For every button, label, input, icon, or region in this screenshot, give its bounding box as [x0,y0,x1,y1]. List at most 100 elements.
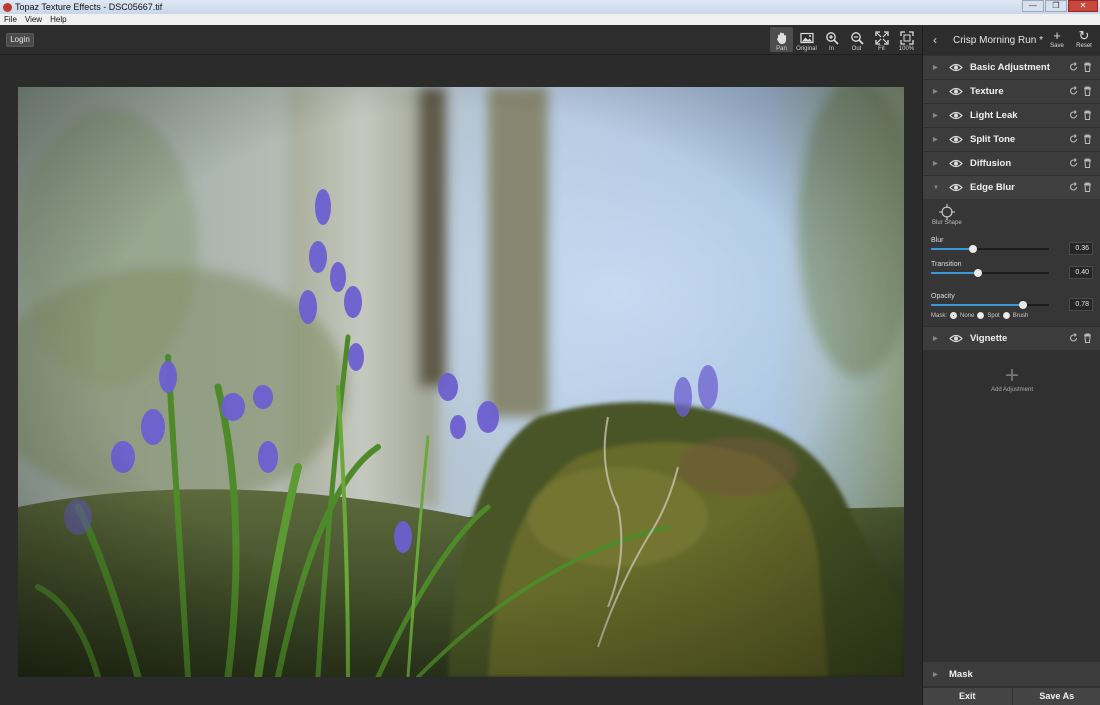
expand-triangle-icon[interactable]: ▶ [933,160,943,167]
mask-options-label: Mask: [931,312,948,319]
adjustment-label: Light Leak [970,110,1018,121]
slider-label: Opacity [931,293,955,300]
visibility-eye-icon[interactable] [949,334,963,343]
reset-layer-icon[interactable] [1069,110,1078,120]
slider-thumb[interactable] [974,269,983,277]
reset-button[interactable]: ↻ Reset [1072,28,1096,50]
adjustment-row[interactable]: ▶ Light Leak [923,104,1100,127]
trash-icon[interactable] [1083,182,1092,192]
adjustment-row[interactable]: ▼ Edge Blur [923,176,1100,199]
slider-value-field[interactable]: 0.40 [1069,266,1093,279]
trash-icon[interactable] [1083,134,1092,144]
adjustment-label: Edge Blur [970,182,1015,193]
menu-view[interactable]: View [21,15,46,24]
adjustment-label: Diffusion [970,158,1012,169]
fit-button[interactable]: Fit [870,27,893,52]
add-icon: + [1004,362,1019,389]
blur-shape-label: Blur Shape [932,220,962,226]
zoom-out-label: Out [851,46,862,52]
adjustment-row[interactable]: ▶ Diffusion [923,152,1100,175]
expand-triangle-icon[interactable]: ▶ [933,88,943,95]
reset-layer-icon[interactable] [1069,134,1078,144]
exit-button[interactable]: Exit [923,688,1012,705]
slider-thumb[interactable] [969,245,978,253]
slider-track[interactable] [931,301,1049,309]
slider-fill [931,272,979,274]
reset-layer-icon[interactable] [1069,62,1078,72]
visibility-eye-icon[interactable] [949,87,963,96]
minimize-button[interactable]: — [1022,0,1044,12]
mask-radio[interactable] [1002,312,1010,319]
reset-layer-icon[interactable] [1069,158,1078,168]
expand-triangle-icon: ▶ [933,671,938,678]
reset-layer-icon[interactable] [1069,86,1078,96]
zoom-out-button[interactable]: Out [845,27,868,52]
menu-bar: File View Help [0,14,1100,25]
menu-help[interactable]: Help [46,15,70,24]
visibility-eye-icon[interactable] [949,159,963,168]
mask-option-label: Brush [1012,312,1029,319]
expand-triangle-icon[interactable]: ▶ [933,64,943,71]
actual-size-button[interactable]: 100% [895,27,918,52]
adjustment-row[interactable]: ▶ Split Tone [923,128,1100,151]
pan-tool-button[interactable]: Pan [770,27,793,52]
adjustment-row[interactable]: ▶ Basic Adjustment [923,56,1100,79]
maximize-button[interactable]: ❐ [1045,0,1067,12]
visibility-eye-icon[interactable] [949,183,963,192]
trash-icon[interactable] [1083,333,1092,343]
zoom-in-button[interactable]: In [820,27,843,52]
login-button[interactable]: Login [6,33,34,47]
slider-fill [931,304,1024,306]
reset-layer-icon[interactable] [1069,333,1078,343]
zoom-in-label: In [828,46,834,52]
edge-blur-settings: Blur Shape Blur 0.36 Transition 0.40 Opacity 0… [923,199,1100,326]
photo-preview[interactable] [18,87,904,677]
mask-radio[interactable] [977,312,985,319]
slider-track[interactable] [931,245,1049,253]
original-tool-button[interactable]: Original [795,27,818,52]
slider-track[interactable] [931,269,1049,277]
expand-triangle-icon[interactable]: ▶ [933,136,943,143]
slider-thumb[interactable] [1019,301,1028,309]
reset-icon: ↻ [1078,28,1090,43]
blur-shape-button[interactable]: Blur Shape [932,204,962,226]
collapse-triangle-icon[interactable]: ▼ [933,185,943,191]
canvas-area[interactable] [0,56,922,705]
fit-label: Fit [878,46,885,52]
save-label: Save [1050,43,1064,49]
image-icon [799,32,814,44]
trash-icon[interactable] [1083,110,1092,120]
trash-icon[interactable] [1083,158,1092,168]
adjustment-row[interactable]: ▶ Texture [923,80,1100,103]
save-button[interactable]: + Save [1045,29,1069,50]
visibility-eye-icon[interactable] [949,135,963,144]
panel-header: ‹ Crisp Morning Run * + Save ↻ Reset [923,25,1100,55]
zoom-in-icon [825,32,839,45]
original-label: Original [796,46,817,52]
mask-radio[interactable] [950,312,958,319]
title-bar: Topaz Texture Effects - DSC05667.tif — ❐… [0,0,1100,14]
mask-option-label: Spot [987,312,1000,319]
adjustments-panel: ‹ Crisp Morning Run * + Save ↻ Reset ▶ Ba… [922,25,1100,705]
adjustment-label: Basic Adjustment [970,62,1050,73]
menu-file[interactable]: File [0,15,21,24]
close-button[interactable]: ✕ [1068,0,1098,12]
mask-section[interactable]: ▶ Mask [923,662,1100,686]
back-arrow-icon[interactable]: ‹ [933,33,947,47]
reset-layer-icon[interactable] [1069,182,1078,192]
trash-icon[interactable] [1083,86,1092,96]
slider-value-field[interactable]: 0.78 [1069,298,1093,311]
add-adjustment-button[interactable]: + Add Adjustment [923,362,1100,394]
bottom-buttons: Exit Save As [923,688,1100,705]
expand-triangle-icon[interactable]: ▶ [933,112,943,119]
mask-option-label: None [960,312,975,319]
expand-triangle-icon[interactable]: ▶ [933,335,943,342]
preset-name: Crisp Morning Run * [953,34,1044,46]
trash-icon[interactable] [1083,62,1092,72]
save-as-button[interactable]: Save As [1012,688,1100,705]
adjustment-row[interactable]: ▶ Vignette [923,327,1100,350]
crosshair-icon [938,204,955,220]
slider-value-field[interactable]: 0.36 [1069,242,1093,255]
visibility-eye-icon[interactable] [949,63,963,72]
visibility-eye-icon[interactable] [949,111,963,120]
